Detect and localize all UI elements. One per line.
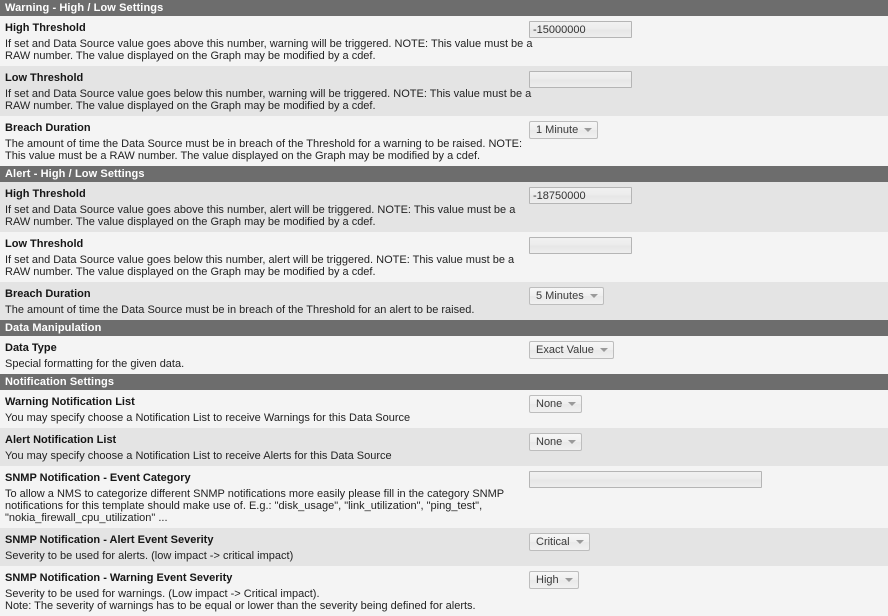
field-label-snmp-warning-event-severity: SNMP Notification - Warning Event Severi… [5, 572, 233, 584]
field-desc-warning-notification-list: You may specify choose a Notification Li… [5, 412, 411, 424]
field-row-snmp-event-category: SNMP Notification - Event Category To al… [0, 466, 888, 528]
warning-high-threshold-input[interactable] [529, 21, 632, 38]
field-row-snmp-warning-event-severity: SNMP Notification - Warning Event Severi… [0, 566, 888, 616]
alert-breach-duration-value: 5 Minutes [536, 290, 584, 302]
control-snmp-event-category [529, 471, 762, 488]
warning-notification-list-select[interactable]: None [529, 395, 583, 413]
field-label-warning-high-threshold: High Threshold [5, 22, 86, 34]
snmp-alert-event-severity-select[interactable]: Critical [529, 533, 590, 551]
control-alert-high-threshold [529, 187, 632, 204]
warning-breach-duration-value: 1 Minute [536, 124, 579, 136]
field-desc-alert-notification-list: You may specify choose a Notification Li… [5, 450, 392, 462]
chevron-down-icon [568, 440, 577, 444]
field-row-warning-notification-list: Warning Notification List You may specif… [0, 390, 888, 428]
alert-notification-list-select[interactable]: None [529, 433, 583, 451]
field-desc-snmp-event-category: To allow a NMS to categorize different S… [5, 488, 504, 524]
control-alert-notification-list: None [529, 433, 583, 451]
field-label-alert-breach-duration: Breach Duration [5, 288, 91, 300]
control-warning-breach-duration: 1 Minute [529, 121, 599, 139]
field-label-warning-notification-list: Warning Notification List [5, 396, 135, 408]
settings-form-page: Warning - High / Low Settings High Thres… [0, 0, 888, 616]
field-row-warning-high-threshold: High Threshold If set and Data Source va… [0, 16, 888, 66]
field-desc-warning-high-threshold: If set and Data Source value goes above … [5, 38, 533, 62]
warning-breach-duration-select[interactable]: 1 Minute [529, 121, 599, 139]
chevron-down-icon [564, 578, 573, 582]
field-desc-alert-breach-duration: The amount of time the Data Source must … [5, 304, 475, 316]
snmp-event-category-input[interactable] [529, 471, 762, 488]
field-label-alert-high-threshold: High Threshold [5, 188, 86, 200]
field-desc-alert-low-threshold: If set and Data Source value goes below … [5, 254, 515, 278]
field-label-alert-notification-list: Alert Notification List [5, 434, 117, 446]
warning-low-threshold-input[interactable] [529, 71, 632, 88]
field-label-warning-breach-duration: Breach Duration [5, 122, 91, 134]
control-snmp-alert-event-severity: Critical [529, 533, 590, 551]
field-row-alert-high-threshold: High Threshold If set and Data Source va… [0, 182, 888, 232]
field-label-warning-low-threshold: Low Threshold [5, 72, 84, 84]
field-row-data-type: Data Type Special formatting for the giv… [0, 336, 888, 374]
control-warning-low-threshold [529, 71, 632, 88]
field-label-snmp-alert-event-severity: SNMP Notification - Alert Event Severity [5, 534, 214, 546]
field-row-snmp-alert-event-severity: SNMP Notification - Alert Event Severity… [0, 528, 888, 566]
field-desc-snmp-warning-event-severity: Severity to be used for warnings. (Low i… [5, 588, 476, 612]
field-desc-data-type: Special formatting for the given data. [5, 358, 185, 370]
field-row-alert-low-threshold: Low Threshold If set and Data Source val… [0, 232, 888, 282]
snmp-warning-event-severity-select[interactable]: High [529, 571, 579, 589]
chevron-down-icon [575, 540, 584, 544]
field-row-warning-low-threshold: Low Threshold If set and Data Source val… [0, 66, 888, 116]
field-label-data-type: Data Type [5, 342, 57, 354]
control-snmp-warning-event-severity: High [529, 571, 579, 589]
field-row-alert-notification-list: Alert Notification List You may specify … [0, 428, 888, 466]
control-data-type: Exact Value [529, 341, 614, 359]
control-warning-high-threshold [529, 21, 632, 38]
field-row-warning-breach-duration: Breach Duration The amount of time the D… [0, 116, 888, 166]
field-row-alert-breach-duration: Breach Duration The amount of time the D… [0, 282, 888, 320]
control-alert-low-threshold [529, 237, 632, 254]
alert-high-threshold-input[interactable] [529, 187, 632, 204]
field-desc-alert-high-threshold: If set and Data Source value goes above … [5, 204, 516, 228]
field-label-alert-low-threshold: Low Threshold [5, 238, 84, 250]
chevron-down-icon [589, 294, 598, 298]
snmp-warning-event-severity-value: High [536, 574, 559, 586]
section-header-alert-high-low: Alert - High / Low Settings [0, 166, 888, 182]
chevron-down-icon [568, 402, 577, 406]
alert-low-threshold-input[interactable] [529, 237, 632, 254]
data-type-select[interactable]: Exact Value [529, 341, 614, 359]
field-desc-snmp-alert-event-severity: Severity to be used for alerts. (low imp… [5, 550, 294, 562]
section-header-notification-settings: Notification Settings [0, 374, 888, 390]
alert-breach-duration-select[interactable]: 5 Minutes [529, 287, 604, 305]
alert-notification-list-value: None [536, 436, 563, 448]
control-warning-notification-list: None [529, 395, 583, 413]
section-header-data-manipulation: Data Manipulation [0, 320, 888, 336]
field-desc-warning-low-threshold: If set and Data Source value goes below … [5, 88, 532, 112]
snmp-alert-event-severity-value: Critical [536, 536, 570, 548]
warning-notification-list-value: None [536, 398, 563, 410]
control-alert-breach-duration: 5 Minutes [529, 287, 604, 305]
field-desc-warning-breach-duration: The amount of time the Data Source must … [5, 138, 523, 162]
chevron-down-icon [584, 128, 593, 132]
section-header-warning-high-low: Warning - High / Low Settings [0, 0, 888, 16]
chevron-down-icon [599, 348, 608, 352]
data-type-value: Exact Value [536, 344, 594, 356]
